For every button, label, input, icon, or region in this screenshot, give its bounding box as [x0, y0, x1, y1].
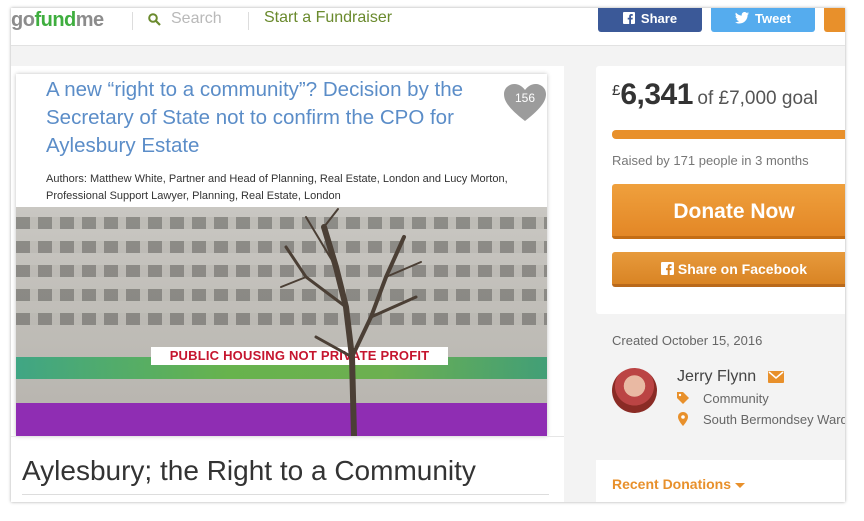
estate-photo: PUBLIC HOUSING NOT PRIVATE PROFIT [16, 207, 547, 436]
top-nav: gofundme Start a Fundraiser Share Tweet [11, 8, 845, 46]
nav-divider [132, 12, 133, 30]
campaign-media-card: A new “right to a community”? Decision b… [11, 66, 564, 502]
donate-now-button[interactable]: Donate Now [612, 184, 845, 239]
raised-amount: 6,341 [620, 78, 693, 111]
recent-donations-toggle[interactable]: Recent Donations [612, 476, 731, 492]
share-label: Share [640, 10, 678, 26]
tweet-label: Tweet [755, 10, 791, 26]
category-link[interactable]: Community [703, 391, 769, 406]
twitter-icon [735, 12, 750, 24]
article-headline: A new “right to a community”? Decision b… [46, 78, 464, 157]
facebook-icon [660, 262, 674, 275]
more-share-button[interactable] [824, 8, 845, 32]
title-rule [22, 494, 549, 495]
share-on-facebook-label: Share on Facebook [677, 261, 808, 277]
start-fundraiser-link[interactable]: Start a Fundraiser [264, 9, 392, 27]
map-pin-icon [678, 412, 688, 426]
donation-card: £6,341 of £7,000 goal Raised by 171 peop… [596, 66, 845, 314]
campaign-image[interactable]: A new “right to a community”? Decision b… [16, 74, 547, 436]
browser-viewport: gofundme Start a Fundraiser Share Tweet … [11, 8, 845, 502]
amount-raised: £6,341 of £7,000 goal [612, 78, 818, 112]
created-date: Created October 15, 2016 [612, 333, 763, 348]
share-on-facebook-button[interactable]: Share on Facebook [612, 252, 845, 287]
search-input[interactable] [171, 8, 251, 30]
avatar[interactable] [612, 368, 657, 413]
tag-icon [677, 392, 689, 404]
organizer-name[interactable]: Jerry Flynn [677, 368, 756, 386]
currency-symbol: £ [612, 82, 621, 99]
search-icon [148, 13, 161, 26]
facebook-icon [622, 12, 635, 24]
campaign-title: Aylesbury; the Right to a Community [22, 455, 476, 486]
heart-count: 156 [514, 91, 536, 105]
article-authors: Authors: Matthew White, Partner and Head… [46, 173, 508, 202]
tweet-button[interactable]: Tweet [711, 8, 815, 32]
goal-text: of £7,000 goal [697, 88, 818, 109]
share-facebook-button[interactable]: Share [598, 8, 702, 32]
caret-down-icon[interactable] [735, 483, 745, 488]
envelope-icon[interactable] [768, 371, 784, 383]
location-text: South Bermondsey Ward [703, 412, 845, 427]
raised-by-text: Raised by 171 people in 3 months [612, 153, 809, 168]
gofundme-logo[interactable]: gofundme [11, 9, 104, 32]
card-divider [11, 436, 564, 437]
tree-illustration [280, 208, 422, 436]
nav-divider [248, 12, 249, 30]
progress-bar [612, 130, 845, 139]
